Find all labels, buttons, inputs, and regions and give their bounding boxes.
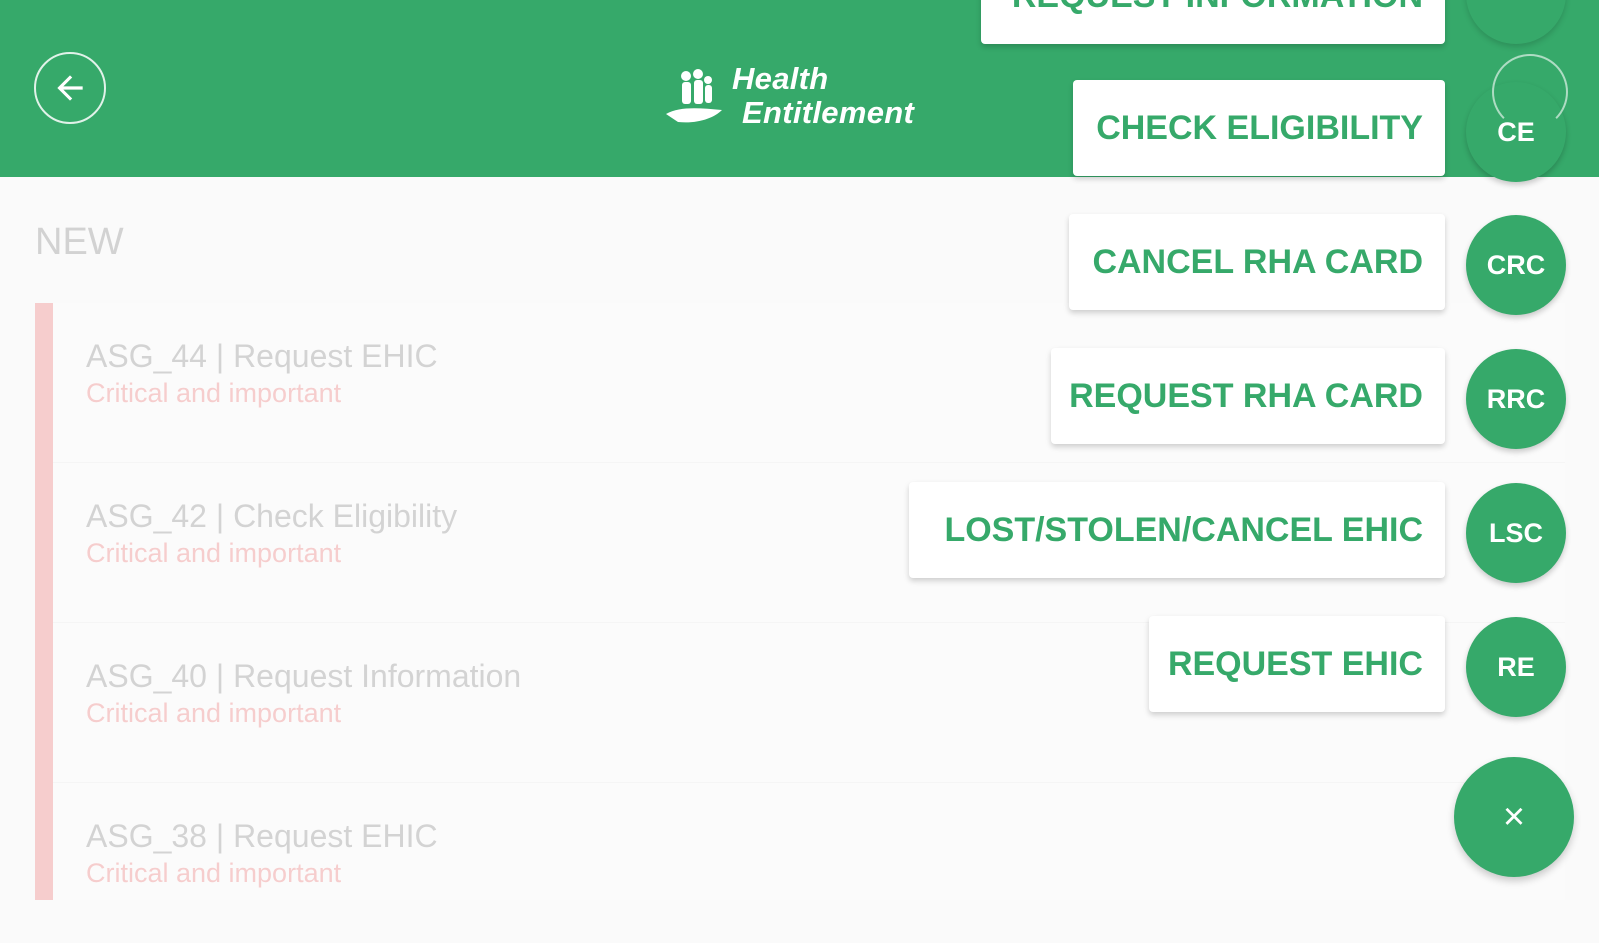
action-abbr: RI: [1504, 0, 1528, 4]
request-rha-card-button[interactable]: REQUEST RHA CARD: [1051, 348, 1445, 444]
request-ehic-fab[interactable]: RE: [1466, 617, 1566, 717]
refresh-arc-icon: [1492, 54, 1568, 130]
cancel-rha-card-fab[interactable]: CRC: [1466, 215, 1566, 315]
request-information-button[interactable]: REQUEST INFORMATION: [981, 0, 1445, 44]
check-eligibility-button[interactable]: CHECK ELIGIBILITY: [1073, 80, 1445, 176]
speed-dial-menu: REQUEST INFORMATION RI CHECK ELIGIBILITY…: [0, 0, 1599, 900]
close-icon: ×: [1502, 795, 1526, 838]
lost-stolen-cancel-ehic-fab[interactable]: LSC: [1466, 483, 1566, 583]
request-ehic-button[interactable]: REQUEST EHIC: [1149, 616, 1445, 712]
action-label-text: REQUEST RHA CARD: [1069, 376, 1423, 415]
action-label-text: CHECK ELIGIBILITY: [1096, 108, 1423, 147]
action-label-text: REQUEST EHIC: [1167, 644, 1423, 683]
cancel-rha-card-button[interactable]: CANCEL RHA CARD: [1069, 214, 1445, 310]
close-speed-dial-button[interactable]: ×: [1454, 757, 1574, 877]
request-rha-card-fab[interactable]: RRC: [1466, 349, 1566, 449]
action-abbr: LSC: [1489, 517, 1543, 548]
request-information-fab[interactable]: RI: [1466, 0, 1566, 44]
action-abbr: RRC: [1486, 383, 1546, 414]
action-label-text: LOST/STOLEN/CANCEL EHIC: [944, 510, 1423, 549]
action-abbr: CRC: [1486, 249, 1546, 280]
action-abbr: RE: [1497, 651, 1535, 682]
lost-stolen-cancel-ehic-button[interactable]: LOST/STOLEN/CANCEL EHIC: [909, 482, 1445, 578]
action-label-text: REQUEST INFORMATION: [1012, 0, 1423, 16]
action-label-text: CANCEL RHA CARD: [1092, 242, 1423, 281]
